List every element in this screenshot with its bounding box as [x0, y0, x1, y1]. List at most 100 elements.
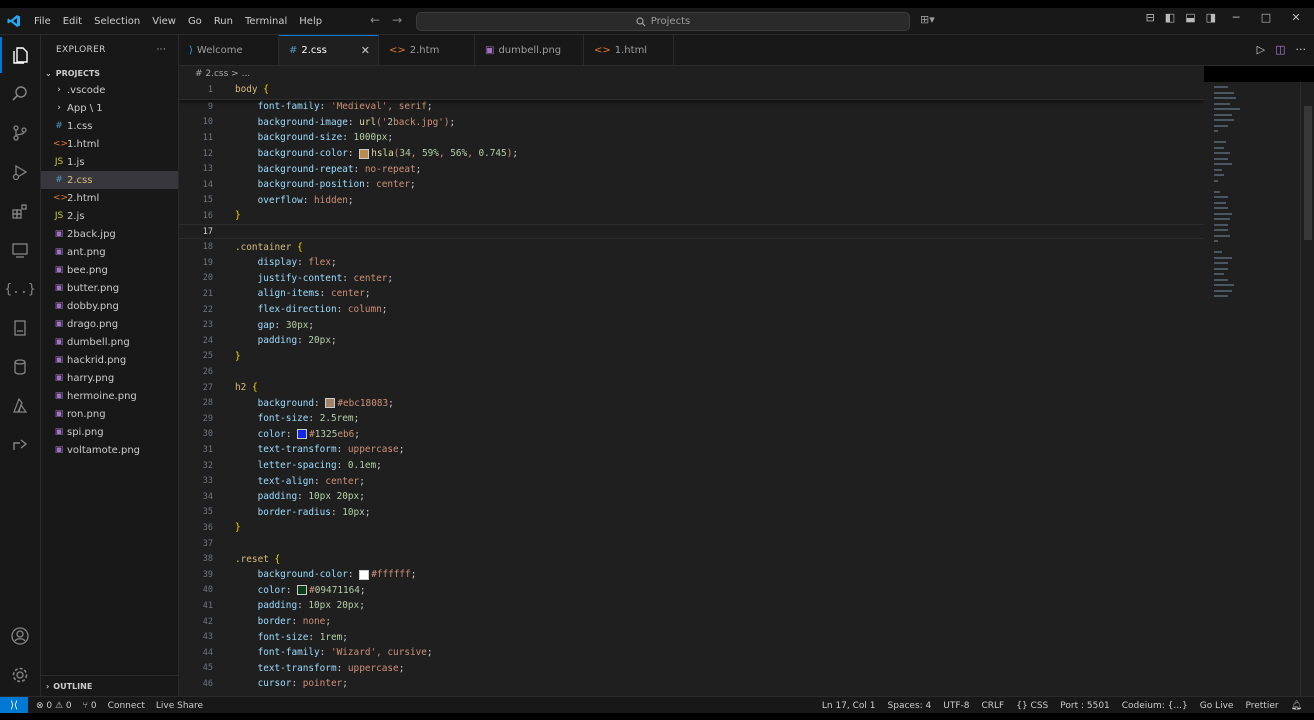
code-line[interactable]: 19 display: flex;	[179, 255, 1204, 271]
file-tree-item[interactable]: ▣ 2back.jpg	[41, 225, 178, 243]
tab-2-htm[interactable]: <> 2.htm	[379, 35, 475, 65]
code-line[interactable]: 41 padding: 10px 20px;	[179, 598, 1204, 614]
code-line[interactable]: 11 background-size: 1000px;	[179, 130, 1204, 146]
customize-layout-icon[interactable]: ⊟	[1146, 11, 1155, 24]
code-line[interactable]: 44 font-family: 'Wizard', cursive;	[179, 645, 1204, 661]
minimize-icon[interactable]: ─	[1226, 11, 1246, 24]
code-line[interactable]: 10 background-image: url('2back.jpg');	[179, 115, 1204, 131]
code-line[interactable]: 16}	[179, 208, 1204, 224]
file-tree-item[interactable]: ▣ ant.png	[41, 243, 178, 261]
settings-gear-icon[interactable]	[0, 657, 40, 693]
code-editor[interactable]: 1 body {9 font-family: 'Medieval', serif;…	[179, 82, 1204, 696]
status-item[interactable]: UTF-8	[943, 701, 969, 711]
code-line[interactable]: 24 padding: 20px;	[179, 333, 1204, 349]
file-tree-item[interactable]: <> 2.html	[41, 189, 178, 207]
remote-explorer-icon[interactable]	[0, 232, 40, 268]
remote-indicator-icon[interactable]: ⟩⟨	[0, 697, 28, 714]
live-share-icon[interactable]	[0, 427, 40, 463]
code-line[interactable]: 35 border-radius: 10px;	[179, 505, 1204, 521]
status-item[interactable]: Port : 5501	[1060, 701, 1110, 711]
code-line[interactable]: 38 .reset {	[179, 551, 1204, 567]
code-line[interactable]: 36}	[179, 520, 1204, 536]
file-tree-item[interactable]: ▣ spi.png	[41, 423, 178, 441]
code-line[interactable]: 25}	[179, 349, 1204, 365]
search-icon[interactable]	[0, 76, 40, 112]
minimap[interactable]	[1204, 82, 1300, 696]
file-tree-item[interactable]: ▣ dumbell.png	[41, 333, 178, 351]
status-item[interactable]: Prettier	[1245, 701, 1278, 711]
account-icon[interactable]	[0, 618, 40, 654]
forward-arrow-icon[interactable]: →	[392, 13, 402, 27]
extensions-icon[interactable]	[0, 193, 40, 229]
more-actions-icon[interactable]: ···	[157, 45, 166, 55]
code-line[interactable]: 34 padding: 10px 20px;	[179, 489, 1204, 505]
code-line[interactable]: 29 font-size: 2.5rem;	[179, 411, 1204, 427]
code-line[interactable]: 45 text-transform: uppercase;	[179, 661, 1204, 677]
menu-item-file[interactable]: File	[28, 16, 57, 27]
files-icon[interactable]	[0, 37, 40, 73]
code-line[interactable]: 30 color: #1325eb6;	[179, 427, 1204, 443]
menu-item-selection[interactable]: Selection	[88, 16, 146, 27]
editor-scrollbar[interactable]	[1300, 82, 1314, 696]
tab-dumbell-png[interactable]: ▣ dumbell.png	[475, 35, 584, 65]
toggle-secondary-sidebar-icon[interactable]: ◨	[1206, 11, 1216, 24]
code-line[interactable]: 32 letter-spacing: 0.1em;	[179, 458, 1204, 474]
code-line[interactable]: 23 gap: 30px;	[179, 317, 1204, 333]
menu-item-view[interactable]: View	[146, 16, 182, 27]
code-line[interactable]: 14 background-position: center;	[179, 177, 1204, 193]
run-debug-icon[interactable]	[0, 154, 40, 190]
code-line[interactable]: 31 text-transform: uppercase;	[179, 442, 1204, 458]
file-tree-item[interactable]: <> 1.html	[41, 135, 178, 153]
code-line[interactable]: 37	[179, 536, 1204, 552]
file-tree-item[interactable]: ▣ dobby.png	[41, 297, 178, 315]
tab-welcome[interactable]: ⟩ Welcome	[179, 35, 279, 65]
status-item[interactable]: Live Share	[156, 701, 203, 711]
status-item[interactable]: {} CSS	[1016, 701, 1048, 711]
code-line[interactable]: 22 flex-direction: column;	[179, 302, 1204, 318]
file-tree-item[interactable]: ▣ bee.png	[41, 261, 178, 279]
database-icon[interactable]	[0, 349, 40, 385]
file-tree-item[interactable]: ▣ drago.png	[41, 315, 178, 333]
code-line[interactable]: 1 body {	[179, 82, 1204, 98]
status-item[interactable]: Connect	[108, 701, 145, 711]
code-line[interactable]: 43 font-size: 1rem;	[179, 629, 1204, 645]
code-line[interactable]: 12 background-color: hsla(34, 59%, 56%, …	[179, 146, 1204, 162]
status-item[interactable]: Codeium: {...}	[1122, 701, 1188, 711]
file-tree-item[interactable]: › App \ 1	[41, 99, 178, 117]
file-tree-item[interactable]: JS 1.js	[41, 153, 178, 171]
file-tree-item[interactable]: JS 2.js	[41, 207, 178, 225]
status-item[interactable]: ⊗ 0 ⚠ 0	[36, 701, 72, 711]
file-tree-item[interactable]: ▣ harry.png	[41, 369, 178, 387]
code-line[interactable]: 33 text-align: center;	[179, 473, 1204, 489]
file-tree-item[interactable]: #2.css	[41, 171, 178, 189]
file-tree-item[interactable]: ▣ hackrid.png	[41, 351, 178, 369]
menu-item-run[interactable]: Run	[208, 16, 239, 27]
code-line[interactable]: 15 overflow: hidden;	[179, 193, 1204, 209]
source-control-icon[interactable]	[0, 115, 40, 151]
code-line[interactable]: 27 h2 {	[179, 380, 1204, 396]
back-arrow-icon[interactable]: ←	[370, 13, 380, 27]
file-tree-item[interactable]: ▣ ron.png	[41, 405, 178, 423]
notifications-bell-icon[interactable]: 🔔︎	[1291, 701, 1302, 711]
code-line[interactable]: 28 background: #ebc18083;	[179, 395, 1204, 411]
status-item[interactable]: Spaces: 4	[888, 701, 932, 711]
code-line[interactable]: 46 cursor: pointer;	[179, 676, 1204, 692]
code-line[interactable]: 9 font-family: 'Medieval', serif;	[179, 99, 1204, 115]
menu-item-go[interactable]: Go	[182, 16, 208, 27]
toggle-panel-icon[interactable]: ⬓	[1185, 11, 1195, 24]
file-tree-item[interactable]: #1.css	[41, 117, 178, 135]
tab-1-html[interactable]: <> 1.html	[584, 35, 674, 65]
command-center-search[interactable]: Projects	[416, 12, 910, 31]
split-editor-icon[interactable]: ◫	[1275, 43, 1285, 56]
code-line[interactable]: 17	[179, 223, 1204, 240]
code-line[interactable]: 20 justify-content: center;	[179, 271, 1204, 287]
maximize-icon[interactable]: □	[1256, 11, 1276, 24]
status-item[interactable]: ⑂ 0	[83, 701, 97, 711]
copilot-icon[interactable]: ⊞▾	[920, 13, 935, 26]
code-line[interactable]: 39 background-color: #ffffff;	[179, 567, 1204, 583]
toggle-primary-sidebar-icon[interactable]: ◧	[1165, 11, 1175, 24]
file-tree-item[interactable]: ▣ butter.png	[41, 279, 178, 297]
close-window-icon[interactable]: ✕	[1286, 11, 1306, 24]
run-play-icon[interactable]: ▷	[1257, 43, 1265, 56]
code-line[interactable]: 21 align-items: center;	[179, 286, 1204, 302]
